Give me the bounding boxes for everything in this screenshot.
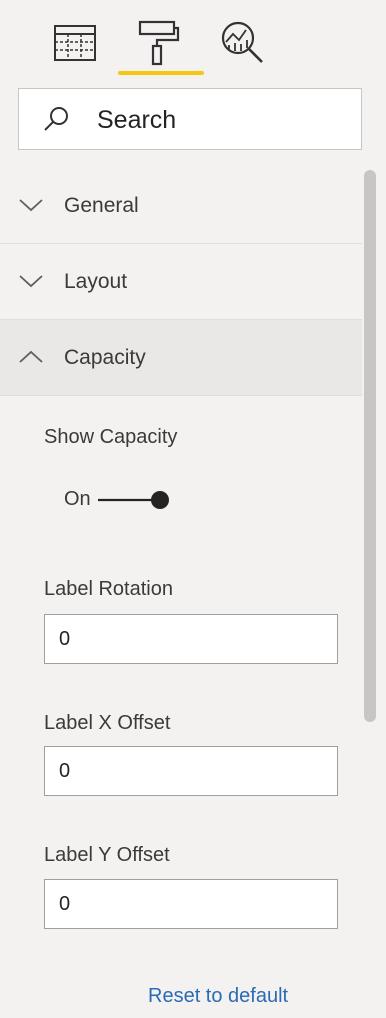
input-value: 0 <box>59 760 71 782</box>
input-value: 0 <box>59 628 71 650</box>
tab-analytics[interactable] <box>218 18 268 68</box>
search-placeholder: Search <box>97 106 177 134</box>
chevron-down-icon <box>19 199 43 212</box>
section-title: General <box>64 194 139 217</box>
section-title: Capacity <box>64 346 146 369</box>
active-tab-indicator <box>118 71 204 75</box>
analytics-icon <box>221 21 263 63</box>
search-input[interactable]: Search <box>18 88 362 150</box>
tab-format[interactable] <box>132 18 182 68</box>
fields-icon <box>54 25 96 61</box>
label-y-offset-label: Label Y Offset <box>44 844 170 866</box>
input-value: 0 <box>59 893 71 915</box>
format-sections: General Layout Capacity <box>0 168 362 396</box>
tab-fields[interactable] <box>50 18 100 68</box>
toggle-state-label: On <box>64 488 91 510</box>
paint-roller-icon <box>138 20 180 66</box>
section-layout[interactable]: Layout <box>0 244 362 320</box>
label-rotation-label: Label Rotation <box>44 578 173 600</box>
section-capacity[interactable]: Capacity <box>0 320 362 396</box>
section-title: Layout <box>64 270 128 293</box>
chevron-up-icon <box>19 350 43 363</box>
reset-to-default-link[interactable]: Reset to default <box>148 985 288 1008</box>
section-general[interactable]: General <box>0 168 362 244</box>
search-icon <box>44 107 68 131</box>
visualizations-toolbar <box>0 0 386 80</box>
show-capacity-toggle[interactable] <box>96 487 176 513</box>
show-capacity-label: Show Capacity <box>44 426 178 448</box>
label-x-offset-label: Label X Offset <box>44 712 171 734</box>
chevron-down-icon <box>19 275 43 288</box>
label-x-offset-input[interactable]: 0 <box>44 746 338 796</box>
label-y-offset-input[interactable]: 0 <box>44 879 338 929</box>
label-rotation-input[interactable]: 0 <box>44 614 338 664</box>
scrollbar[interactable] <box>364 170 376 722</box>
